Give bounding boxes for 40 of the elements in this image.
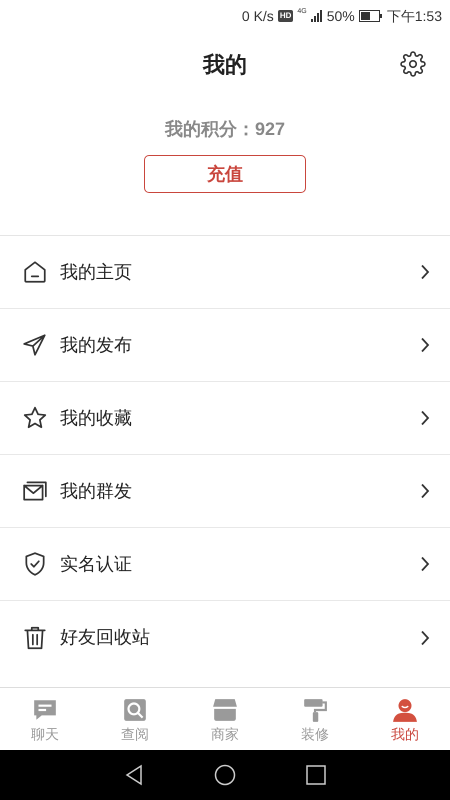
- menu-label: 实名认证: [60, 552, 133, 576]
- menu-item[interactable]: 我的发布: [0, 309, 450, 382]
- menu-label: 我的发布: [60, 334, 133, 356]
- chevron-right-icon: [420, 337, 430, 353]
- points-label: 我的积分：927: [164, 118, 286, 141]
- house-icon: [22, 259, 48, 285]
- chevron-right-icon: [420, 410, 430, 426]
- trash-icon: [22, 624, 48, 650]
- storefront-icon: [212, 696, 238, 722]
- settings-icon[interactable]: [400, 51, 426, 77]
- clock: 下午1:53: [386, 6, 442, 26]
- network-speed: 0 K/s: [242, 6, 274, 26]
- home-icon[interactable]: [214, 764, 236, 786]
- menu-label: 我的群发: [60, 480, 133, 502]
- search-icon: [122, 696, 148, 722]
- menu-item[interactable]: 我的群发: [0, 455, 450, 528]
- menu-item[interactable]: 我的收藏: [0, 382, 450, 455]
- paint-roller-icon: [302, 696, 328, 722]
- menu-item[interactable]: 好友回收站: [0, 601, 450, 674]
- page-title: 我的: [203, 50, 247, 78]
- tab-label[interactable]: 我的: [391, 726, 419, 742]
- chevron-right-icon: [420, 556, 430, 572]
- paper-plane-icon: [22, 332, 48, 358]
- battery-percent: 50%: [326, 6, 355, 26]
- menu-item[interactable]: 实名认证: [0, 528, 450, 601]
- chevron-right-icon: [420, 483, 430, 499]
- menu-item[interactable]: 我的主页: [0, 236, 450, 309]
- battery-icon: [358, 10, 383, 22]
- chevron-right-icon: [420, 264, 430, 280]
- back-icon[interactable]: [124, 764, 144, 786]
- hd-badge: HD: [278, 10, 294, 22]
- signal-icon: [310, 10, 323, 22]
- chevron-right-icon: [420, 630, 430, 646]
- recents-icon[interactable]: [306, 765, 326, 785]
- menu-label: 我的主页: [60, 260, 133, 284]
- person-icon: [392, 696, 418, 722]
- star-icon: [22, 405, 48, 431]
- menu-label: 好友回收站: [60, 626, 151, 649]
- recharge-button[interactable]: 充值: [144, 155, 306, 193]
- menu-label: 我的收藏: [60, 406, 133, 430]
